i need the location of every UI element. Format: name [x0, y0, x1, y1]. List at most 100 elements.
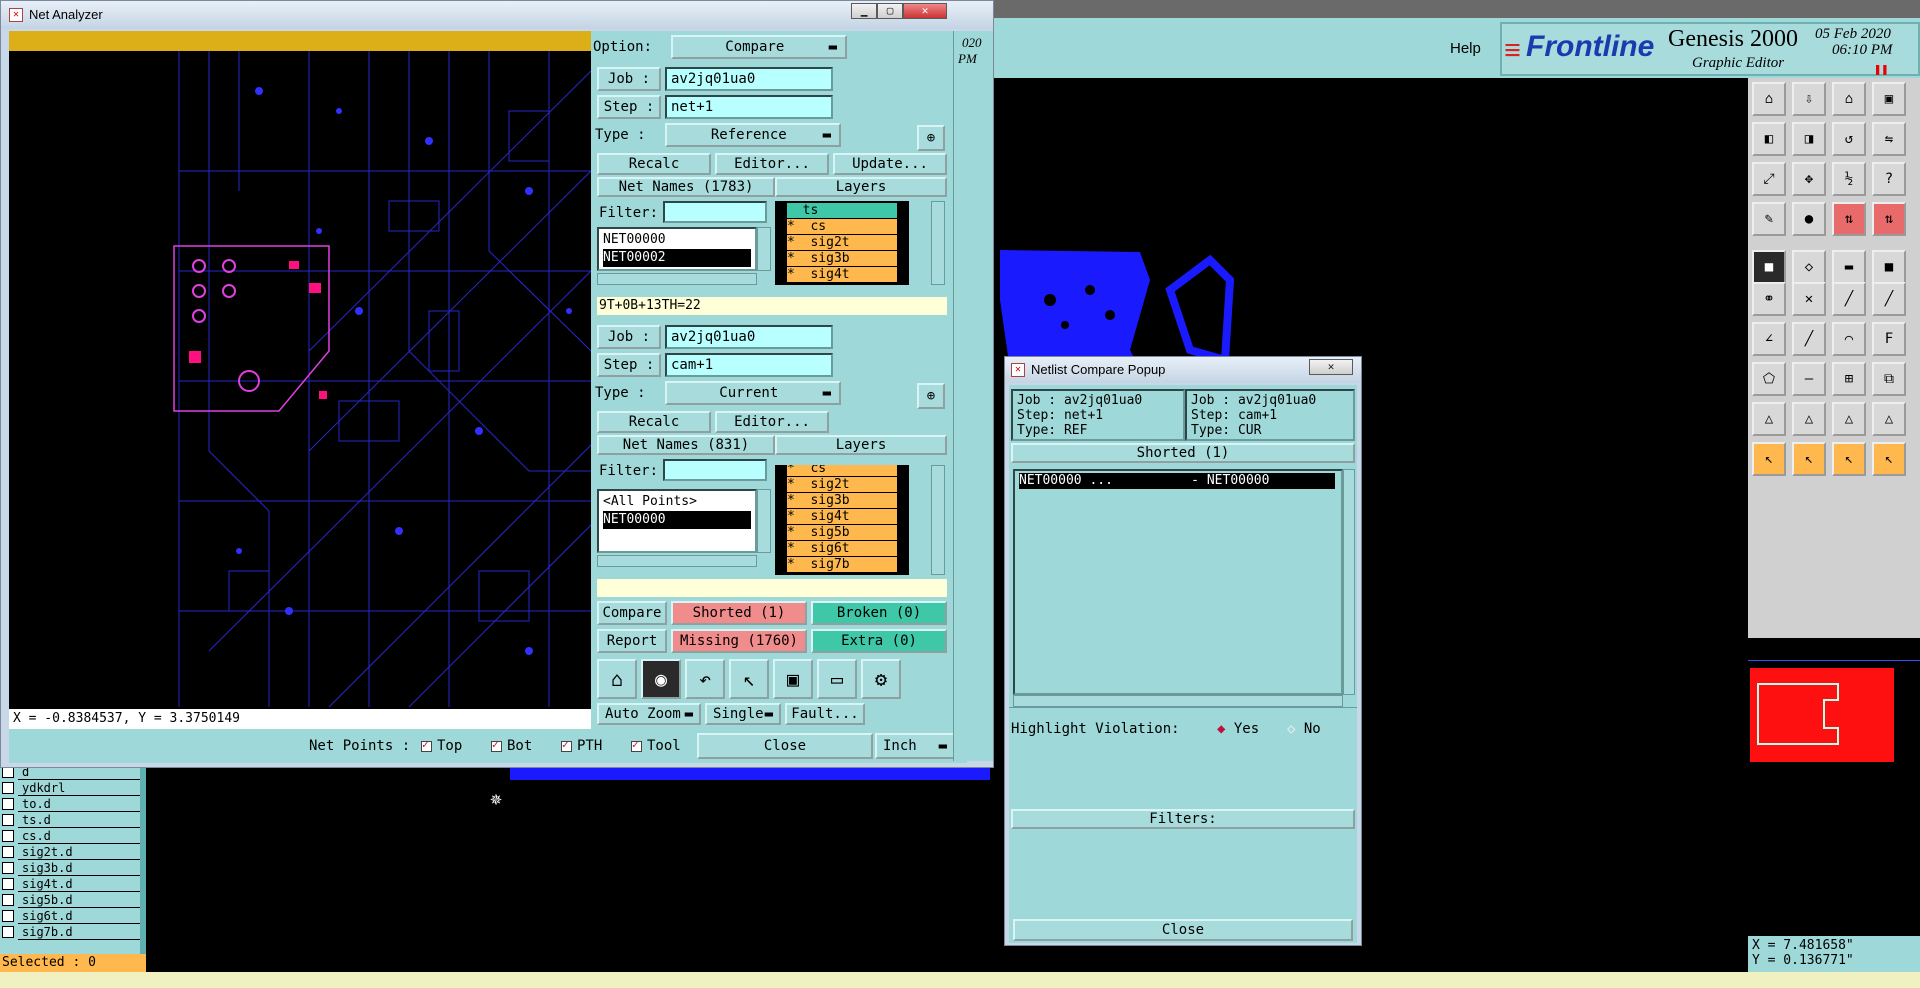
- tool-center-icon[interactable]: ✥: [1792, 162, 1826, 196]
- layer-checkbox[interactable]: [2, 862, 14, 874]
- tool-group-icon[interactable]: ⧉: [1872, 362, 1906, 396]
- tool-fit-icon[interactable]: ⤢: [1752, 162, 1786, 196]
- close-window-button[interactable]: ✕: [903, 3, 947, 19]
- layer-checkbox[interactable]: [2, 830, 14, 842]
- tool-measure-icon[interactable]: ✎: [1752, 202, 1786, 236]
- tool-tri1-icon[interactable]: △: [1752, 402, 1786, 436]
- cur-layer-sig2t[interactable]: * sig2t: [787, 477, 897, 493]
- layer-checkbox[interactable]: [2, 910, 14, 922]
- unit-dropdown[interactable]: Inch ▬: [875, 733, 955, 759]
- tool-select-icon[interactable]: ↖: [1752, 442, 1786, 476]
- report-button[interactable]: Report: [597, 629, 667, 653]
- tool-poly-icon[interactable]: ⬠: [1752, 362, 1786, 396]
- tool-right-icon[interactable]: ◨: [1792, 122, 1826, 156]
- popup-results-list[interactable]: NET00000 ... - NET00000: [1013, 469, 1343, 695]
- ref-editor-button[interactable]: Editor...: [715, 153, 829, 175]
- tool-mirror-icon[interactable]: ⇋: [1872, 122, 1906, 156]
- tool-tri2-icon[interactable]: △: [1792, 402, 1826, 436]
- na-close-button[interactable]: Close: [697, 733, 873, 759]
- tool-stop-icon[interactable]: ■: [1872, 250, 1906, 284]
- single-dropdown[interactable]: Single ▬: [705, 703, 781, 725]
- popup-results-vscroll[interactable]: [1343, 469, 1355, 695]
- highlight-no-radio[interactable]: ◇ No: [1287, 721, 1321, 737]
- tool-pad-icon[interactable]: ■: [1752, 250, 1786, 284]
- cur-layer-sig6t[interactable]: * sig6t: [787, 541, 897, 557]
- tool-connect-icon[interactable]: ⚭: [1752, 282, 1786, 316]
- na-window-icon[interactable]: ▣: [773, 659, 813, 699]
- broken-button[interactable]: Broken (0): [811, 601, 947, 625]
- tool-text-icon[interactable]: F: [1872, 322, 1906, 356]
- cur-net-item-all[interactable]: <All Points>: [603, 493, 751, 511]
- tool-dash-icon[interactable]: —: [1792, 362, 1826, 396]
- ref-layer-ts[interactable]: ts: [787, 203, 897, 219]
- extra-button[interactable]: Extra (0): [811, 629, 947, 653]
- tool-scale-icon[interactable]: ½: [1832, 162, 1866, 196]
- cur-layer-sig4t[interactable]: * sig4t: [787, 509, 897, 525]
- cur-recalc-button[interactable]: Recalc: [597, 411, 711, 433]
- ref-net-scroll[interactable]: [757, 227, 771, 271]
- cur-layer-list[interactable]: * cs * sig2t * sig3b * sig4t * sig5b * s…: [775, 465, 909, 575]
- tool-select3-icon[interactable]: ↖: [1832, 442, 1866, 476]
- option-dropdown[interactable]: Compare ▬: [671, 35, 847, 59]
- tool-home-icon[interactable]: ⌂: [1832, 82, 1866, 116]
- tool-ruler-icon[interactable]: ▬: [1832, 250, 1866, 284]
- ref-net-item[interactable]: NET00000: [603, 231, 751, 249]
- ref-layer-sig4t[interactable]: * sig4t: [787, 267, 897, 283]
- layer-row[interactable]: ydkdrl: [0, 780, 140, 796]
- ref-layer-list[interactable]: ts * cs * sig2t * sig3b * sig4t: [775, 201, 909, 285]
- ref-recalc-button[interactable]: Recalc: [597, 153, 711, 175]
- cur-zoom-icon[interactable]: ⊕: [917, 383, 945, 409]
- ref-type-dropdown[interactable]: Reference ▬: [665, 123, 841, 147]
- tool-node-icon[interactable]: ⊞: [1832, 362, 1866, 396]
- tool-rotate-icon[interactable]: ↺: [1832, 122, 1866, 156]
- na-tools-icon[interactable]: ⚙: [861, 659, 901, 699]
- layer-row[interactable]: to.d: [0, 796, 140, 812]
- layer-checkbox[interactable]: [2, 798, 14, 810]
- na-graphic-area[interactable]: X = -0.8384537, Y = 3.3750149: [9, 31, 591, 729]
- layer-row[interactable]: sig4t.d: [0, 876, 140, 892]
- missing-button[interactable]: Missing (1760): [671, 629, 807, 653]
- tool-line-icon[interactable]: ╱: [1832, 282, 1866, 316]
- tool-window-icon[interactable]: ▣: [1872, 82, 1906, 116]
- ref-net-list[interactable]: NET00000 NET00002: [597, 227, 757, 271]
- ref-layer-sig3b[interactable]: * sig3b: [787, 251, 897, 267]
- auto-zoom-dropdown[interactable]: Auto Zoom ▬: [597, 703, 701, 725]
- layer-row[interactable]: cs.d: [0, 828, 140, 844]
- layer-row[interactable]: sig5b.d: [0, 892, 140, 908]
- shorted-button[interactable]: Shorted (1): [671, 601, 807, 625]
- tool-open-icon[interactable]: ⌂: [1752, 82, 1786, 116]
- help-menu[interactable]: Help: [1450, 40, 1481, 57]
- popup-close-icon[interactable]: ✕: [1309, 359, 1353, 375]
- tool-save-icon[interactable]: ⇩: [1792, 82, 1826, 116]
- popup-results-hscroll[interactable]: [1013, 695, 1343, 707]
- tool-tri4-icon[interactable]: △: [1872, 402, 1906, 436]
- layer-checkbox[interactable]: [2, 894, 14, 906]
- tool-angle-icon[interactable]: ∠: [1752, 322, 1786, 356]
- tool-arc-icon[interactable]: ⌒: [1832, 322, 1866, 356]
- cur-filter-field[interactable]: [663, 459, 767, 481]
- layer-checkbox[interactable]: [2, 814, 14, 826]
- tool-net2-icon[interactable]: ⇅: [1872, 202, 1906, 236]
- ref-net-item-selected[interactable]: NET00002: [603, 249, 751, 267]
- popup-close-button[interactable]: Close: [1013, 919, 1353, 941]
- tool-select4-icon[interactable]: ↖: [1872, 442, 1906, 476]
- np-bot-checkbox[interactable]: Bot: [491, 738, 532, 754]
- tool-slash-icon[interactable]: ╱: [1792, 322, 1826, 356]
- tool-tri3-icon[interactable]: △: [1832, 402, 1866, 436]
- fault-button[interactable]: Fault...: [785, 703, 865, 725]
- maximize-button[interactable]: ▢: [877, 3, 903, 19]
- layer-row[interactable]: sig7b.d: [0, 924, 140, 940]
- ref-net-hscroll[interactable]: [597, 273, 757, 285]
- layer-checkbox[interactable]: [2, 782, 14, 794]
- highlight-yes-radio[interactable]: ◆ Yes: [1217, 721, 1259, 737]
- tool-probe-icon[interactable]: ●: [1792, 202, 1826, 236]
- cur-step-field[interactable]: cam+1: [665, 353, 833, 377]
- ref-layer-cs[interactable]: * cs: [787, 219, 897, 235]
- ref-update-button[interactable]: Update...: [833, 153, 947, 175]
- layer-checkbox[interactable]: [2, 926, 14, 938]
- np-pth-checkbox[interactable]: PTH: [561, 738, 602, 754]
- popup-result-row[interactable]: NET00000 ... - NET00000: [1019, 473, 1335, 489]
- ref-step-field[interactable]: net+1: [665, 95, 833, 119]
- tool-shape-icon[interactable]: ◇: [1792, 250, 1826, 284]
- tool-help-icon[interactable]: ?: [1872, 162, 1906, 196]
